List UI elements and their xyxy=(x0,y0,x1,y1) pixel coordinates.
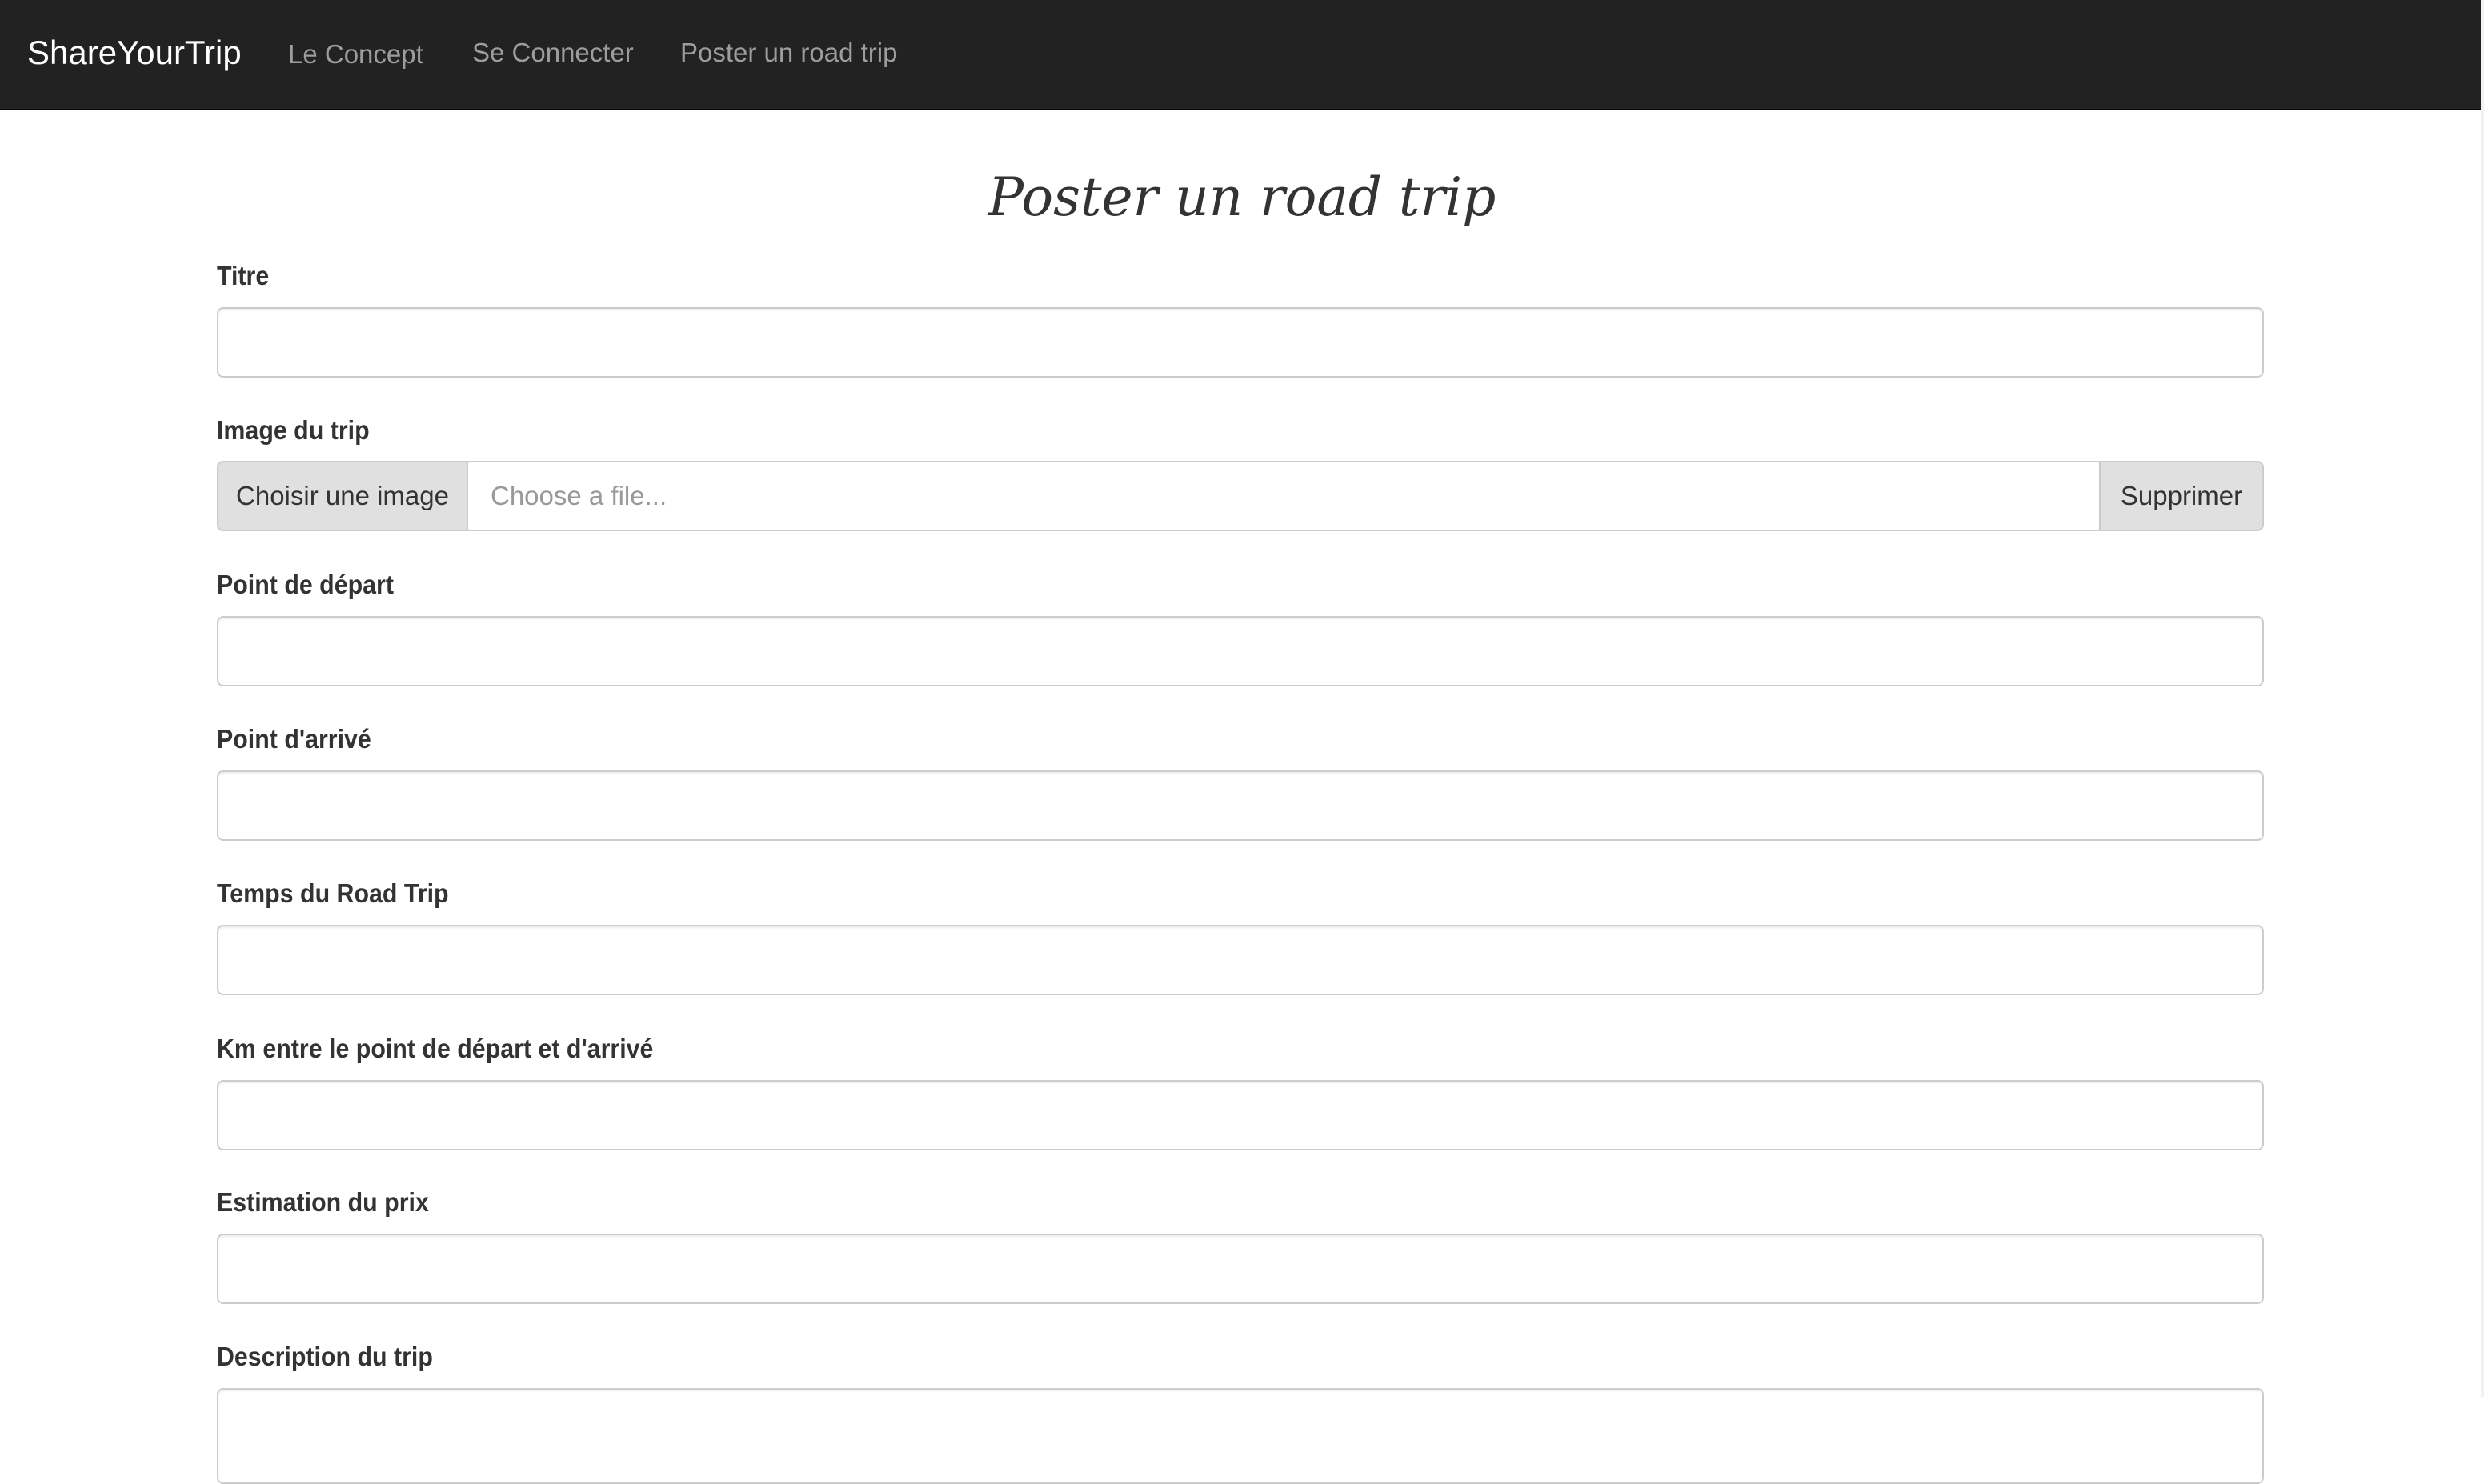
nav-link-le-concept[interactable]: Le Concept xyxy=(288,34,423,75)
km-label: Km entre le point de départ et d'arrivé xyxy=(217,1034,654,1063)
km-input[interactable] xyxy=(217,1080,2264,1150)
brand-link[interactable]: ShareYourTrip xyxy=(27,29,242,77)
temps-label: Temps du Road Trip xyxy=(217,878,449,908)
arrivee-label: Point d'arrivé xyxy=(217,724,371,754)
page-title: Poster un road trip xyxy=(988,166,1496,228)
description-label: Description du trip xyxy=(217,1342,433,1371)
image-label: Image du trip xyxy=(217,415,370,445)
prix-input[interactable] xyxy=(217,1234,2264,1304)
titre-label: Titre xyxy=(217,261,270,290)
arrivee-input[interactable] xyxy=(217,770,2264,841)
image-file-picker: Choisir une image Choose a file... Suppr… xyxy=(217,461,2264,531)
nav-link-poster-road-trip[interactable]: Poster un road trip xyxy=(680,32,897,74)
titre-input[interactable] xyxy=(217,307,2264,378)
remove-image-button[interactable]: Supprimer xyxy=(2101,461,2264,531)
nav-link-se-connecter[interactable]: Se Connecter xyxy=(472,32,634,74)
temps-input[interactable] xyxy=(217,925,2264,995)
image-file-display[interactable]: Choose a file... xyxy=(467,461,2101,531)
depart-label: Point de départ xyxy=(217,570,394,599)
top-navbar: ShareYourTrip Le Concept Se Connecter Po… xyxy=(0,0,2481,110)
choose-image-button[interactable]: Choisir une image xyxy=(217,461,467,531)
description-textarea[interactable] xyxy=(217,1388,2264,1484)
depart-input[interactable] xyxy=(217,616,2264,686)
prix-label: Estimation du prix xyxy=(217,1187,429,1217)
